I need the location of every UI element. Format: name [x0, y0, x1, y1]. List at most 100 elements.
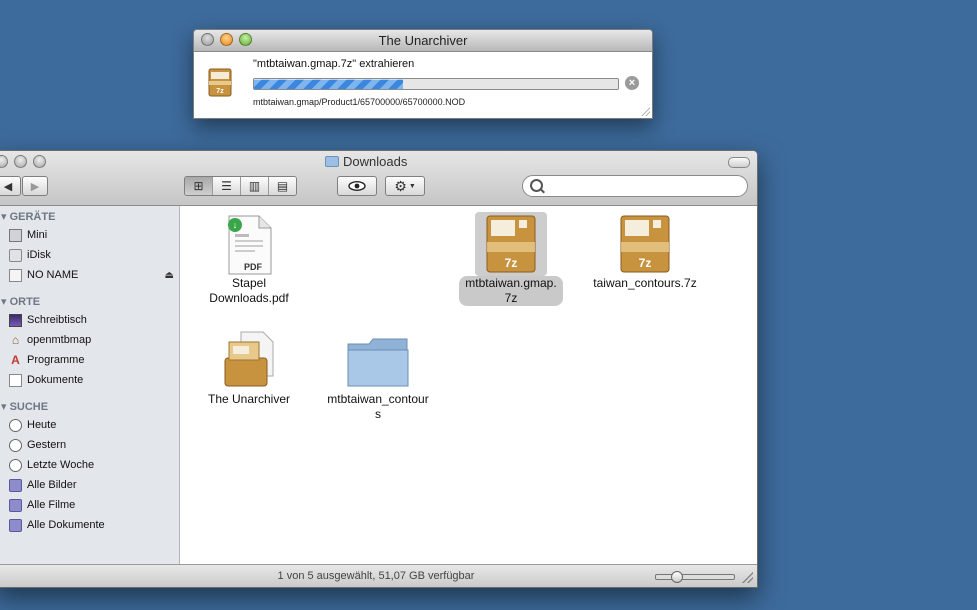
- clock-icon: [9, 458, 22, 472]
- svg-text:↓: ↓: [233, 220, 238, 230]
- hard-drive-icon: [9, 228, 22, 242]
- finder-close-button[interactable]: [0, 155, 8, 168]
- current-file-path: mtbtaiwan.gmap/Product1/65700000/6570000…: [253, 97, 466, 107]
- sidebar-item-label: Programme: [27, 354, 85, 366]
- forward-arrow-icon: ▶: [30, 180, 40, 193]
- back-button[interactable]: ◀: [0, 176, 21, 196]
- toolbar-toggle-button[interactable]: [728, 157, 750, 168]
- unarchiver-title: The Unarchiver: [378, 33, 468, 48]
- finder-window: Downloads ◀ ▶ ⊞ ☰ ▥ ▤ ⚙ ▼ ▾ GERÄTE Mini …: [0, 150, 758, 588]
- zoom-button[interactable]: [239, 33, 252, 46]
- view-mode-selector: ⊞ ☰ ▥ ▤: [184, 176, 297, 196]
- search-input[interactable]: [547, 178, 741, 196]
- sidebar-item-label: Alle Dokumente: [27, 519, 105, 531]
- smart-folder-icon: [9, 478, 22, 492]
- sidebar-item-idisk[interactable]: iDisk: [9, 246, 174, 264]
- file-item-the-unarchiver[interactable]: The Unarchiver: [184, 328, 314, 407]
- action-menu-button[interactable]: ⚙ ▼: [385, 176, 425, 196]
- icon-size-slider[interactable]: [655, 571, 735, 583]
- file-item-taiwan-contours[interactable]: 7z taiwan_contours.7z: [580, 212, 710, 291]
- finder-minimize-button[interactable]: [14, 155, 27, 168]
- sidebar-item-letzte-woche[interactable]: Letzte Woche: [9, 456, 174, 474]
- sidebar-item-schreibtisch[interactable]: Schreibtisch: [9, 311, 174, 329]
- extract-progress-fill: [254, 79, 404, 89]
- sidebar-item-alle-dokumente[interactable]: Alle Dokumente: [9, 516, 174, 534]
- sidebar-item-no-name[interactable]: NO NAME ⏏: [9, 266, 174, 284]
- file-name: mtbtaiwan_contour s: [327, 392, 429, 421]
- sidebar-item-gestern[interactable]: Gestern: [9, 436, 174, 454]
- columns-icon: ▥: [248, 179, 261, 193]
- sidebar-item-alle-bilder[interactable]: Alle Bilder: [9, 476, 174, 494]
- status-bar: 1 von 5 ausgewählt, 51,07 GB verfügbar: [0, 564, 757, 587]
- unarchiver-window: The Unarchiver 7z "mtbtaiwan.gmap.7z" ex…: [193, 29, 653, 119]
- file-name: The Unarchiver: [207, 392, 291, 406]
- pdf-file-icon: ↓ PDF: [219, 212, 279, 276]
- archive-icon-text: 7z: [216, 88, 224, 95]
- sidebar-item-label: Alle Filme: [27, 499, 76, 511]
- pdf-badge: PDF: [244, 262, 263, 272]
- sidebar-item-label: openmtbmap: [27, 334, 92, 346]
- sidebar-header-search: ▾ SUCHE: [1, 401, 49, 413]
- sidebar-item-openmtbmap[interactable]: ⌂ openmtbmap: [9, 331, 174, 349]
- file-name: Stapel Downloads.pdf: [209, 276, 289, 305]
- forward-button[interactable]: ▶: [22, 176, 48, 196]
- sidebar-item-mini[interactable]: Mini: [9, 226, 174, 244]
- resize-grip-icon[interactable]: [640, 106, 650, 116]
- finder-window-controls: [0, 155, 46, 168]
- app-icon: [219, 328, 279, 392]
- finder-zoom-button[interactable]: [33, 155, 46, 168]
- eject-icon[interactable]: ⏏: [165, 270, 174, 281]
- folder-icon: [325, 156, 339, 167]
- window-controls: [201, 33, 252, 46]
- status-text: 1 von 5 ausgewählt, 51,07 GB verfügbar: [277, 570, 475, 582]
- file-item-mtbtaiwan-gmap[interactable]: 7z mtbtaiwan.gmap. 7z: [446, 212, 576, 306]
- unarchiver-titlebar[interactable]: The Unarchiver: [194, 30, 652, 52]
- sidebar-header-places: ▾ ORTE: [1, 296, 41, 308]
- removable-disk-icon: [9, 268, 22, 282]
- home-icon: ⌂: [11, 333, 20, 347]
- smart-folder-icon: [9, 498, 22, 512]
- sidebar: ▾ GERÄTE Mini iDisk NO NAME ⏏ ▾ ORTE Sch…: [0, 206, 180, 564]
- quick-look-button[interactable]: [337, 176, 377, 196]
- sidebar-item-alle-filme[interactable]: Alle Filme: [9, 496, 174, 514]
- clock-icon: [9, 418, 22, 432]
- file-grid: ↓ PDF Stapel Downloads.pdf 7z mtbtaiwan.g…: [180, 206, 757, 564]
- documents-icon: [9, 373, 22, 387]
- sidebar-item-label: Gestern: [27, 439, 67, 451]
- sidebar-item-label: NO NAME: [27, 269, 79, 281]
- icon-size-slider-knob[interactable]: [670, 571, 683, 583]
- sidebar-item-label: Heute: [27, 419, 57, 431]
- file-item-stapel-downloads[interactable]: ↓ PDF Stapel Downloads.pdf: [184, 212, 314, 306]
- sidebar-item-dokumente[interactable]: Dokumente: [9, 371, 174, 389]
- cancel-extract-icon[interactable]: ×: [625, 76, 639, 90]
- icon-view-button[interactable]: ⊞: [185, 177, 213, 195]
- resize-grip-icon[interactable]: [742, 572, 753, 583]
- chevron-down-icon: ▼: [408, 182, 416, 190]
- extract-task-label: "mtbtaiwan.gmap.7z" extrahieren: [253, 58, 415, 70]
- extract-progress-bar: [253, 78, 619, 90]
- sidebar-item-label: Dokumente: [27, 374, 84, 386]
- file-item-mtbtaiwan-contours-folder[interactable]: mtbtaiwan_contour s: [313, 328, 443, 422]
- column-view-button[interactable]: ▥: [241, 177, 269, 195]
- file-name: mtbtaiwan.gmap. 7z: [459, 276, 563, 306]
- archive-file-icon: 7z: [615, 212, 675, 276]
- sidebar-item-heute[interactable]: Heute: [9, 416, 174, 434]
- list-view-button[interactable]: ☰: [213, 177, 241, 195]
- archive-icon: 7z: [208, 68, 232, 97]
- close-button[interactable]: [201, 33, 214, 46]
- folder-icon: [345, 328, 411, 392]
- gear-icon: ⚙: [394, 177, 407, 194]
- coverflow-view-button[interactable]: ▤: [269, 177, 296, 195]
- list-icon: ☰: [221, 179, 232, 193]
- archive-badge: 7z: [505, 256, 518, 270]
- sidebar-item-label: Letzte Woche: [27, 459, 95, 471]
- minimize-button[interactable]: [220, 33, 233, 46]
- sidebar-item-programme[interactable]: A Programme: [9, 351, 174, 369]
- sidebar-item-label: Mini: [27, 229, 48, 241]
- finder-title-text: Downloads: [343, 154, 408, 169]
- coverflow-icon: ▤: [276, 179, 289, 193]
- search-field[interactable]: [522, 175, 748, 197]
- search-icon: [530, 179, 543, 192]
- eye-icon: [348, 181, 366, 191]
- file-name: taiwan_contours.7z: [593, 276, 697, 290]
